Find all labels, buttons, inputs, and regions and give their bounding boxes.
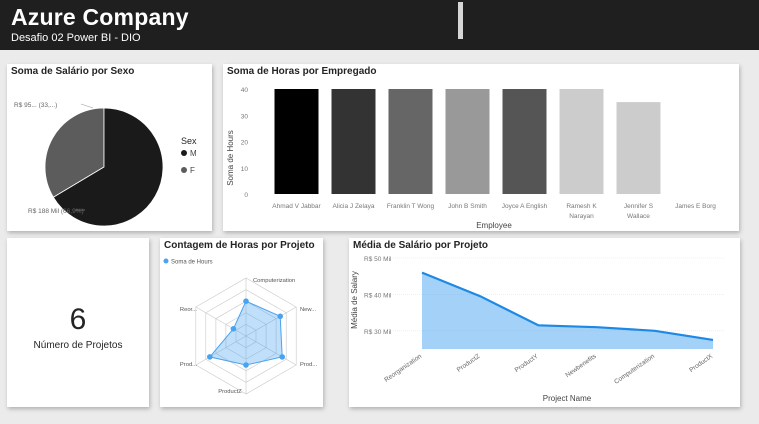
area-series-fill[interactable] — [422, 272, 713, 349]
bar-1[interactable] — [274, 89, 319, 194]
radar-axis-label: New... — [300, 307, 316, 313]
area-chart[interactable]: Média de Salary Project Name R$ 30 Mil R$… — [349, 238, 740, 407]
header-divider — [458, 2, 463, 39]
radar-point[interactable] — [243, 298, 249, 304]
bar-chart[interactable]: Soma de Hours Employee 0 10 20 30 40 Ahmad V … — [223, 64, 739, 231]
radar-axis-label: Reor... — [180, 307, 197, 313]
area-chart-title: Média de Salário por Projeto — [353, 240, 489, 251]
pie-label-small: R$ 95... (33,...) — [14, 102, 57, 109]
radar-chart[interactable]: Soma de Hours Computerization New... Prod.… — [160, 238, 323, 407]
bar-y-tick: 40 — [241, 87, 249, 94]
pie-leader-small — [80, 103, 94, 109]
radar-chart-title: Contagem de Horas por Projeto — [164, 240, 315, 251]
area-y-tick: R$ 50 Mil — [364, 256, 392, 263]
bar-x-tick: John B Smith — [448, 203, 487, 210]
legend-marker-m — [181, 150, 187, 156]
radar-legend-label[interactable]: Soma de Hours — [171, 260, 213, 266]
legend-label-m[interactable]: M — [190, 149, 197, 158]
bar-x-tick: Alicia J Zelaya — [333, 203, 375, 210]
report-subtitle: Desafio 02 Power BI - DIO — [11, 32, 141, 44]
bar-4[interactable] — [445, 89, 490, 194]
report-header: Azure Company Desafio 02 Power BI - DIO — [0, 0, 759, 50]
bar-x-tick: Ahmad V Jabbar — [272, 203, 321, 210]
bar-y-tick: 30 — [241, 113, 249, 120]
bar-chart-card[interactable]: Soma de Horas por Empregado Soma de Hour… — [223, 64, 739, 231]
pie-legend-title: Sex — [181, 136, 197, 146]
bar-chart-title: Soma de Horas por Empregado — [227, 66, 377, 77]
radar-axis-label: ProductZ — [218, 389, 242, 395]
area-x-tick: Reorganization — [383, 353, 423, 384]
area-x-tick: ProductX — [688, 353, 714, 374]
project-count-label: Número de Projetos — [33, 340, 123, 351]
bar-x-axis-label: Employee — [476, 221, 512, 230]
pie-label-large: R$ 188 Mil (66,9%) — [28, 208, 84, 215]
bar-3[interactable] — [388, 89, 433, 194]
bar-x-tick: Narayan — [569, 213, 594, 220]
area-x-tick: ProductZ — [456, 353, 482, 374]
pie-chart[interactable]: R$ 95... (33,...) R$ 188 Mil (66,9%) Sex… — [7, 64, 212, 231]
legend-marker-f — [181, 167, 187, 173]
bar-y-tick: 20 — [241, 140, 249, 147]
pie-chart-title: Soma de Salário por Sexo — [11, 66, 135, 77]
bar-y-tick: 10 — [241, 166, 249, 173]
radar-point[interactable] — [243, 362, 249, 368]
bar-6[interactable] — [559, 89, 604, 194]
area-x-axis-label: Project Name — [543, 394, 592, 403]
bar-x-tick: Ramesh K — [566, 203, 597, 210]
radar-legend-marker — [163, 258, 169, 264]
area-y-axis-label: Média de Salary — [350, 271, 359, 329]
pie-chart-card[interactable]: Soma de Salário por Sexo R$ 95... (33,..… — [7, 64, 212, 231]
legend-label-f[interactable]: F — [190, 166, 195, 175]
bar-x-tick: Franklin T Wong — [387, 203, 435, 210]
area-x-tick: Computerization — [613, 353, 656, 386]
area-x-tick: Newbenefits — [564, 352, 598, 379]
project-count-card[interactable]: 6 Número de Projetos — [7, 238, 149, 407]
radar-axis-label: Prod... — [180, 362, 197, 368]
bar-y-axis-label: Soma de Hours — [226, 130, 235, 186]
radar-point[interactable] — [279, 354, 285, 360]
bar-2[interactable] — [331, 89, 376, 194]
bar-x-tick: James E Borg — [675, 203, 716, 210]
bar-7[interactable] — [616, 102, 661, 194]
radar-chart-card[interactable]: Contagem de Horas por Projeto Soma de Ho… — [160, 238, 323, 407]
bar-y-tick: 0 — [244, 192, 248, 199]
radar-point[interactable] — [207, 354, 213, 360]
project-count-value: 6 — [69, 303, 87, 336]
radar-axis-label: Prod... — [300, 362, 317, 368]
radar-point[interactable] — [277, 313, 283, 320]
bar-x-tick: Joyce A English — [502, 203, 548, 210]
report-title: Azure Company — [11, 4, 189, 30]
area-chart-card[interactable]: Média de Salário por Projeto Média de Sa… — [349, 238, 740, 407]
bar-x-tick: Wallace — [627, 213, 650, 220]
area-y-tick: R$ 40 Mil — [364, 292, 392, 299]
radar-series-area[interactable] — [208, 300, 283, 366]
bar-5[interactable] — [502, 89, 547, 194]
radar-axis-label: Computerization — [253, 278, 295, 284]
radar-point[interactable] — [230, 326, 237, 332]
area-x-tick: ProductY — [514, 353, 540, 374]
area-y-tick: R$ 30 Mil — [364, 329, 392, 336]
bar-x-tick: Jennifer S — [624, 203, 654, 210]
